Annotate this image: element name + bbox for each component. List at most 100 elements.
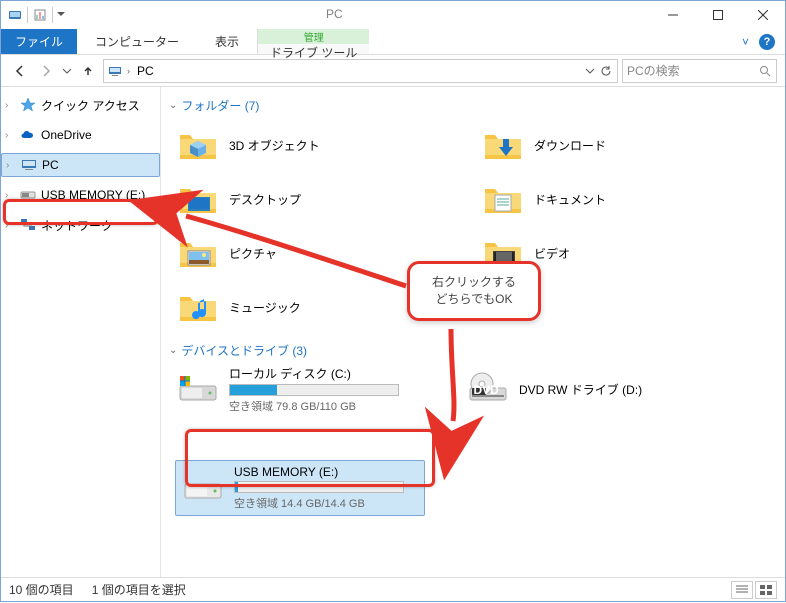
separator (27, 7, 28, 23)
folder-label: ピクチャ (229, 245, 277, 262)
drive-name: USB MEMORY (E:) (234, 465, 420, 479)
chevron-right-icon[interactable]: › (5, 130, 15, 141)
window-controls (650, 1, 785, 29)
recent-locations-dropdown[interactable] (61, 60, 73, 82)
qat-dropdown[interactable] (57, 10, 67, 20)
search-placeholder: PCの検索 (627, 62, 754, 79)
up-button[interactable] (77, 60, 99, 82)
help-icon[interactable]: ? (759, 34, 775, 50)
nav-label: OneDrive (41, 128, 92, 142)
chevron-right-icon[interactable]: › (5, 220, 15, 231)
drive-usb-e[interactable]: USB MEMORY (E:) 空き領域 14.4 GB/14.4 GB (175, 460, 425, 516)
window-title: PC (326, 7, 343, 21)
annotation-line2: どちらでもOK (432, 291, 516, 308)
nav-onedrive[interactable]: › OneDrive (1, 123, 160, 147)
nav-label: ネットワーク (41, 217, 113, 234)
nav-usb-memory[interactable]: › USB MEMORY (E:) (1, 183, 160, 207)
folder-label: ドキュメント (534, 191, 606, 208)
search-box[interactable]: PCの検索 (622, 59, 777, 83)
folder-documents[interactable]: ドキュメント (480, 174, 775, 224)
chevron-right-icon[interactable]: › (5, 190, 15, 201)
address-bar-row: › PC PCの検索 (1, 55, 785, 87)
computer-tab[interactable]: コンピューター (77, 29, 197, 54)
refresh-button[interactable] (599, 64, 613, 78)
close-button[interactable] (740, 1, 785, 29)
nav-label: クイック アクセス (41, 97, 140, 114)
chevron-right-icon[interactable]: › (6, 160, 16, 171)
drive-capacity-bar (229, 384, 399, 396)
annotation-callout: 右クリックする どちらでもOK (407, 261, 541, 321)
large-icons-view-button[interactable] (755, 581, 777, 599)
main-area: › クイック アクセス › OneDrive › PC › USB MEMORY… (1, 87, 785, 577)
status-selection: 1 個の項目を選択 (92, 581, 186, 598)
drive-local-c[interactable]: ローカル ディスク (C:) 空き領域 79.8 GB/110 GB (175, 365, 425, 414)
ribbon-collapse-icon[interactable]: ˅ (742, 35, 749, 49)
folder-icon (175, 125, 221, 165)
folder-icon (175, 233, 221, 273)
nav-label: PC (42, 158, 59, 172)
section-label: フォルダー (7) (181, 97, 259, 114)
folder-label: デスクトップ (229, 191, 301, 208)
drive-free-text: 空き領域 79.8 GB/110 GB (229, 398, 425, 414)
chevron-down-icon[interactable]: ⌄ (169, 345, 177, 356)
search-icon (758, 64, 772, 78)
folder-icon (175, 287, 221, 327)
breadcrumb-chevron[interactable]: › (126, 66, 131, 76)
back-button[interactable] (9, 60, 31, 82)
usb-drive-icon (19, 186, 37, 204)
drive-capacity-bar (234, 481, 404, 493)
separator (52, 7, 53, 23)
folder-label: ミュージック (229, 299, 301, 316)
navigation-pane: › クイック アクセス › OneDrive › PC › USB MEMORY… (1, 87, 161, 577)
folder-downloads[interactable]: ダウンロード (480, 120, 775, 170)
section-label: デバイスとドライブ (3) (181, 342, 307, 359)
section-folders[interactable]: ⌄ フォルダー (7) (169, 97, 775, 114)
chevron-right-icon[interactable]: › (5, 100, 15, 111)
quick-access-icon (19, 96, 37, 114)
folder-desktop[interactable]: デスクトップ (175, 174, 470, 224)
pc-icon (108, 64, 122, 78)
properties-icon[interactable] (32, 7, 48, 23)
contextual-group-label: 管理 (258, 29, 369, 44)
content-pane: ⌄ フォルダー (7) 3D オブジェクト ダウンロード デスクトップ ドキュメ… (161, 87, 785, 577)
section-drives[interactable]: ⌄ デバイスとドライブ (3) (169, 342, 775, 359)
address-dropdown[interactable] (583, 64, 597, 78)
annotation-line1: 右クリックする (432, 274, 516, 291)
chevron-down-icon[interactable]: ⌄ (169, 100, 177, 111)
usb-drive-icon (180, 468, 226, 508)
forward-button[interactable] (35, 60, 57, 82)
folder-icon (175, 179, 221, 219)
file-tab[interactable]: ファイル (1, 29, 77, 54)
folder-label: ダウンロード (534, 137, 606, 154)
folder-icon (480, 125, 526, 165)
folder-icon (480, 179, 526, 219)
network-icon (19, 216, 37, 234)
maximize-button[interactable] (695, 1, 740, 29)
drive-name: ローカル ディスク (C:) (229, 365, 425, 382)
dvd-icon: DVD (465, 370, 511, 410)
svg-text:DVD: DVD (474, 383, 500, 397)
breadcrumb-pc[interactable]: PC (135, 64, 156, 78)
drive-name: DVD RW ドライブ (D:) (519, 381, 715, 398)
app-icon (7, 7, 23, 23)
status-item-count: 10 個の項目 (9, 581, 74, 598)
nav-label: USB MEMORY (E:) (41, 188, 145, 202)
nav-pc[interactable]: › PC (1, 153, 160, 177)
folder-3d-objects[interactable]: 3D オブジェクト (175, 120, 470, 170)
drives-list: ローカル ディスク (C:) 空き領域 79.8 GB/110 GB DVD D… (175, 365, 775, 516)
nav-network[interactable]: › ネットワーク (1, 213, 160, 237)
nav-quick-access[interactable]: › クイック アクセス (1, 93, 160, 117)
drive-free-text: 空き領域 14.4 GB/14.4 GB (234, 495, 420, 511)
pc-icon (20, 156, 38, 174)
folder-label: ビデオ (534, 245, 570, 262)
quick-access-toolbar (1, 7, 67, 23)
contextual-tab-group: 管理 ドライブ ツール (257, 29, 369, 54)
details-view-button[interactable] (731, 581, 753, 599)
address-box[interactable]: › PC (103, 59, 618, 83)
minimize-button[interactable] (650, 1, 695, 29)
view-tab[interactable]: 表示 (197, 29, 257, 54)
onedrive-icon (19, 126, 37, 144)
drive-dvd-d[interactable]: DVD DVD RW ドライブ (D:) (465, 365, 715, 414)
title-bar: PC (1, 1, 785, 29)
status-bar: 10 個の項目 1 個の項目を選択 (1, 577, 785, 601)
